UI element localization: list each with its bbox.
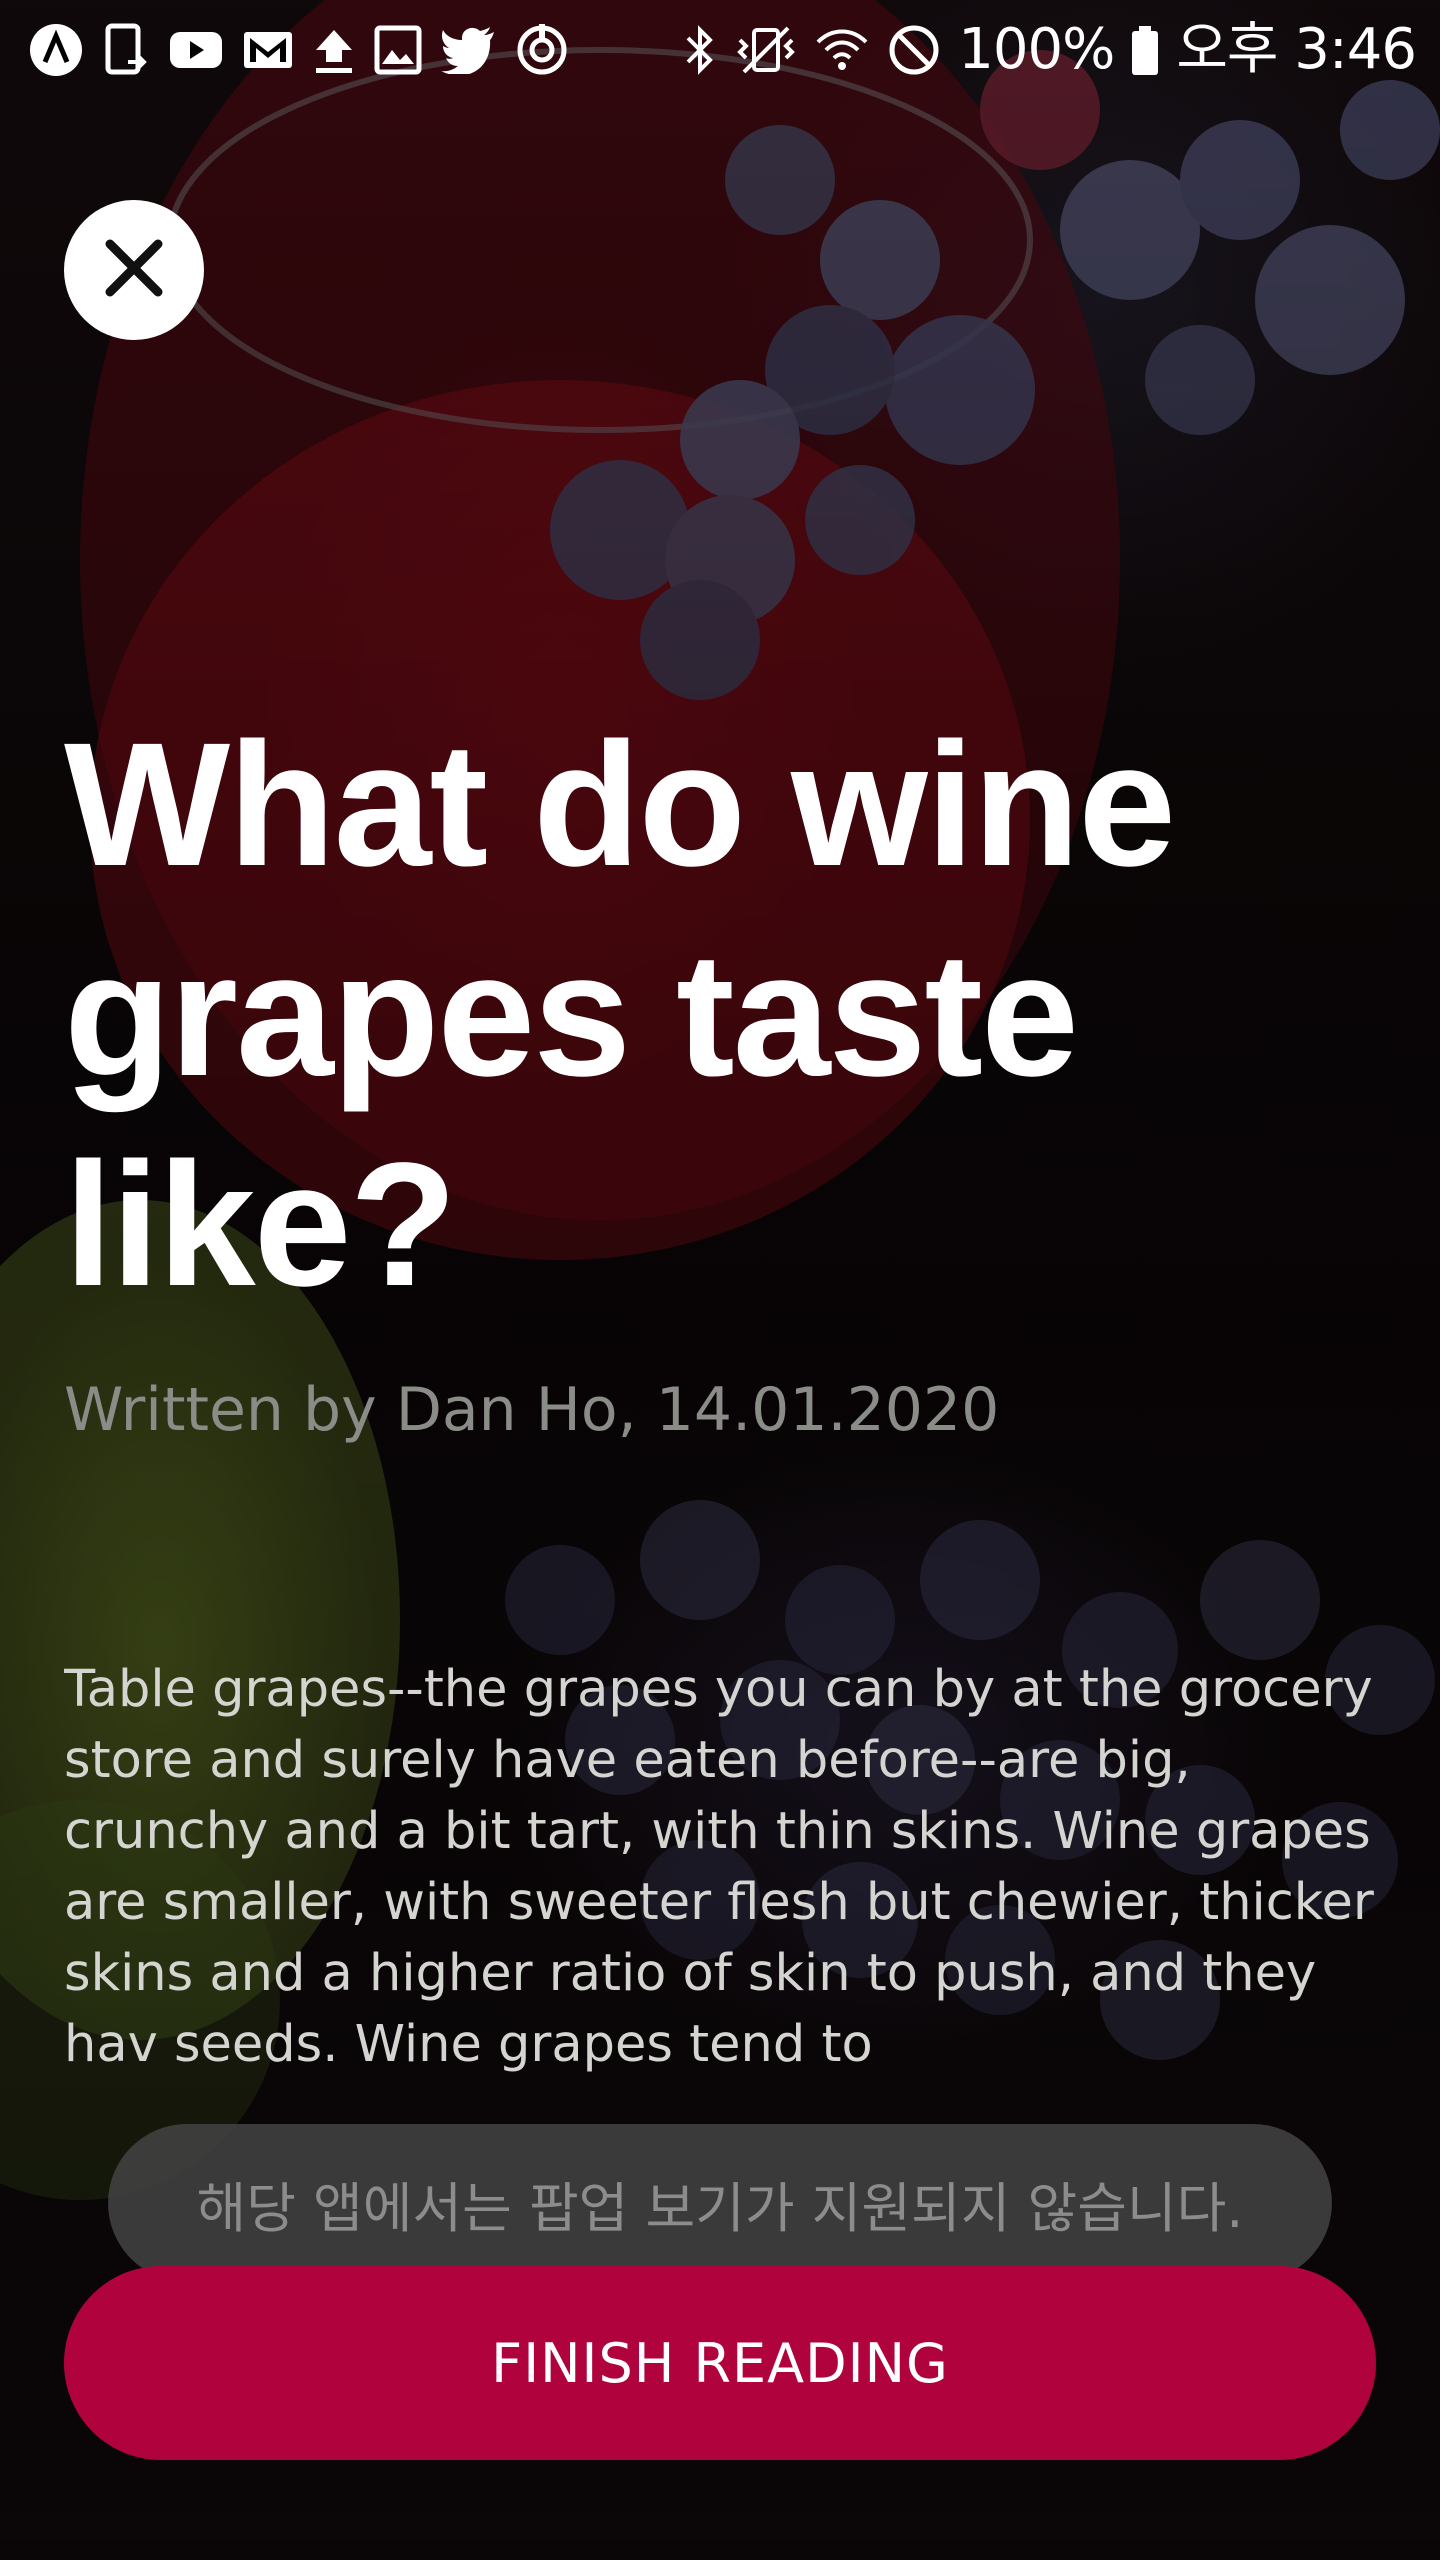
close-icon <box>102 236 166 305</box>
finish-reading-button[interactable]: FINISH READING <box>64 2266 1376 2460</box>
wifi-icon <box>814 22 870 78</box>
blocked-icon <box>886 22 942 78</box>
close-button[interactable] <box>64 200 204 340</box>
battery-percentage: 100% <box>958 17 1115 82</box>
upload-icon <box>312 24 356 76</box>
finish-reading-label: FINISH READING <box>491 2331 949 2395</box>
article-title: What do wine grapes taste like? <box>64 707 1176 1323</box>
toast-message: 해당 앱에서는 팝업 보기가 지원되지 않습니다. <box>108 2124 1332 2282</box>
sync-icon <box>514 22 570 78</box>
status-bar: 100% 오후 3:46 <box>0 0 1440 100</box>
battery-icon <box>1130 22 1160 78</box>
notification-icons <box>28 18 570 82</box>
app-a-icon <box>28 22 84 78</box>
clock: 오후 3:46 <box>1176 17 1417 82</box>
toast-text: 해당 앱에서는 팝업 보기가 지원되지 않습니다. <box>196 2176 1244 2240</box>
phone-transfer-icon <box>102 22 150 78</box>
article-byline: Written by Dan Ho, 14.01.2020 <box>64 1375 1000 1445</box>
system-status-icons: 100% 오후 3:46 <box>682 14 1417 86</box>
youtube-icon <box>168 28 224 72</box>
article-body: Table grapes--the grapes you can by at t… <box>64 1660 1374 2074</box>
gallery-icon <box>374 24 422 76</box>
twitter-icon <box>440 26 496 74</box>
gmail-icon <box>242 28 294 72</box>
vibrate-mute-icon <box>734 22 798 78</box>
bluetooth-icon <box>682 22 718 78</box>
